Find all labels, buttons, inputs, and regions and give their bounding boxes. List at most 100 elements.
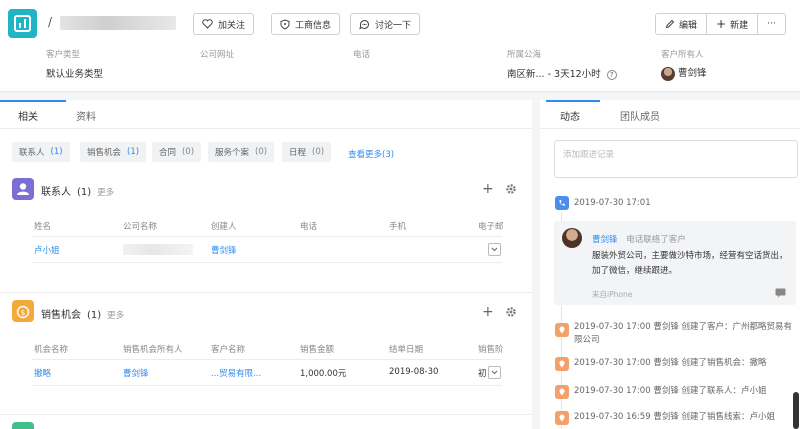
- help-icon[interactable]: ?: [606, 69, 617, 80]
- person-icon: [17, 183, 29, 195]
- money-bag-icon: $: [16, 305, 30, 319]
- ellipsis-icon: ···: [767, 19, 776, 29]
- app-logo: [8, 9, 37, 38]
- contact-name-link[interactable]: 卢小姐: [34, 244, 60, 256]
- opp-col-name: 机会名称: [34, 345, 69, 355]
- active-tab-indicator: [0, 100, 66, 102]
- opp-amount: 1,000.00元: [300, 369, 347, 379]
- plus-icon: +: [716, 17, 727, 31]
- active-tab-indicator: [546, 100, 600, 102]
- contacts-col-mobile: 手机: [389, 222, 407, 232]
- related-panel: 相关 资料 联系人 (1) 销售机会 (1) 合同 (0) 服务个案 (0) 日程 (0)…: [0, 100, 532, 429]
- timeline-item-4: 2019-07-30 17:00 曹剑锋 创建了联系人：卢小姐: [574, 386, 767, 396]
- chevron-down-icon: [491, 370, 498, 375]
- contacts-settings-gear-icon[interactable]: [505, 183, 517, 198]
- tab-related[interactable]: 相关: [18, 108, 38, 123]
- contact-creator-link[interactable]: 曹剑锋: [211, 244, 237, 256]
- add-opportunity-icon[interactable]: +: [482, 305, 494, 319]
- opp-customer-link[interactable]: ...贸易有限...: [211, 367, 291, 379]
- business-info-button[interactable]: 工商信息: [271, 13, 341, 35]
- edit-button[interactable]: 编辑: [656, 14, 708, 34]
- scrollbar-thumb[interactable]: [793, 392, 799, 429]
- owner-avatar: [661, 66, 675, 81]
- opportunities-section-icon: $: [12, 300, 34, 322]
- customer-name-redacted: [60, 16, 176, 30]
- phone-icon: [555, 196, 569, 210]
- pill-contracts[interactable]: 合同 (0): [152, 142, 202, 162]
- user-avatar: [562, 228, 582, 248]
- opp-owner-link[interactable]: 曹剑锋: [123, 367, 149, 379]
- field-value-public-pool: 南区新... - 3天12小时?: [507, 66, 617, 80]
- section-divider: [0, 414, 532, 415]
- logo-icon: [14, 15, 31, 32]
- see-more-link[interactable]: 查看更多(3): [348, 148, 394, 160]
- tab-team-members[interactable]: 团队成员: [620, 108, 660, 123]
- more-button[interactable]: ···: [758, 14, 785, 34]
- chevron-down-icon: [491, 247, 498, 252]
- section-divider: [0, 292, 532, 293]
- title-prefix: /: [48, 15, 53, 29]
- follow-up-input[interactable]: 添加跟进记录: [554, 140, 798, 178]
- opp-col-owner: 销售机会所有人: [123, 345, 183, 355]
- activity-panel: 动态 团队成员 添加跟进记录 2019-07-30 17:01 曹剑锋 电话联络…: [540, 100, 800, 429]
- location-pin-icon: [555, 323, 569, 337]
- svg-text:$: $: [21, 309, 25, 317]
- timeline-time-1: 2019-07-30 17:01: [574, 198, 651, 208]
- opp-col-customer: 客户名称: [211, 345, 246, 355]
- pill-opportunities[interactable]: 销售机会 (1): [80, 142, 147, 162]
- pill-service-cases[interactable]: 服务个案 (0): [208, 142, 275, 162]
- comment-icon[interactable]: [775, 288, 786, 301]
- timeline-item-5: 2019-07-30 16:59 曹剑锋 创建了销售线索：卢小姐: [574, 412, 776, 422]
- tab-profile[interactable]: 资料: [76, 108, 96, 123]
- record-header: / 加关注 工商信息 讨论一下 编辑 + 新建 ··· 客户类型 默认业务类型 …: [0, 0, 800, 92]
- contacts-section-icon: [12, 178, 34, 200]
- card-source: 来自iPhone: [592, 290, 633, 299]
- timeline-item-2: 2019-07-30 17:00 曹剑锋 创建了客户：广州都略贸易有限公司: [574, 322, 793, 345]
- contacts-row-divider: [32, 262, 502, 263]
- next-section-icon: [12, 422, 34, 429]
- field-label-public-pool: 所属公海: [507, 50, 542, 60]
- timeline-item-3: 2019-07-30 17:00 曹剑锋 创建了销售机会：撤略: [574, 358, 767, 368]
- opp-close-date: 2019-08-30: [389, 367, 439, 377]
- field-value-owner[interactable]: 曹剑锋: [661, 65, 707, 81]
- opp-row-divider: [32, 385, 502, 386]
- pill-contacts[interactable]: 联系人 (1): [12, 142, 70, 162]
- opp-col-stage: 销售阶: [478, 345, 504, 355]
- opp-header-divider: [32, 359, 502, 360]
- heart-icon: [202, 19, 213, 29]
- card-user-link[interactable]: 曹剑锋: [592, 235, 618, 245]
- contact-row-dropdown[interactable]: [488, 243, 501, 256]
- field-label-phone: 电话: [353, 50, 371, 60]
- opportunities-more-link[interactable]: 更多: [107, 309, 124, 321]
- contacts-col-email: 电子邮: [478, 222, 504, 232]
- new-button[interactable]: + 新建: [707, 14, 759, 34]
- card-content: 服装外贸公司，主要做沙特市场，经营有空话货出，加了微信，继续跟进。: [592, 251, 788, 276]
- call-record-card: 曹剑锋 电话联络了客户 服装外贸公司，主要做沙特市场，经营有空话货出，加了微信，…: [554, 221, 796, 305]
- opp-name-link[interactable]: 撤略: [34, 367, 51, 379]
- tab-divider: [540, 128, 800, 129]
- follow-button[interactable]: 加关注: [193, 13, 255, 35]
- shield-icon: [280, 18, 290, 30]
- tab-activity[interactable]: 动态: [560, 108, 580, 123]
- contacts-col-creator: 创建人: [211, 222, 237, 232]
- location-pin-icon: [555, 357, 569, 371]
- opportunities-settings-gear-icon[interactable]: [505, 306, 517, 321]
- add-contact-icon[interactable]: +: [482, 182, 494, 196]
- contacts-header-divider: [32, 236, 502, 237]
- field-label-owner: 客户所有人: [661, 50, 704, 60]
- tab-divider: [0, 128, 532, 129]
- contacts-col-name: 姓名: [34, 222, 52, 232]
- contact-company-redacted: [123, 244, 193, 255]
- contacts-more-link[interactable]: 更多: [97, 186, 114, 198]
- field-label-customer-type: 客户类型: [46, 50, 81, 60]
- contacts-section-header: 联系人 (1) 更多: [41, 186, 115, 198]
- opp-stage: 初: [478, 369, 487, 379]
- opp-col-close-date: 结单日期: [389, 345, 424, 355]
- discuss-button[interactable]: 讨论一下: [350, 13, 421, 35]
- contacts-col-company: 公司名称: [123, 222, 158, 232]
- pill-schedule[interactable]: 日程 (0): [282, 142, 332, 162]
- field-value-customer-type: 默认业务类型: [46, 69, 104, 80]
- opp-row-dropdown[interactable]: [488, 366, 501, 379]
- location-pin-icon: [555, 411, 569, 425]
- pencil-icon: [665, 19, 675, 29]
